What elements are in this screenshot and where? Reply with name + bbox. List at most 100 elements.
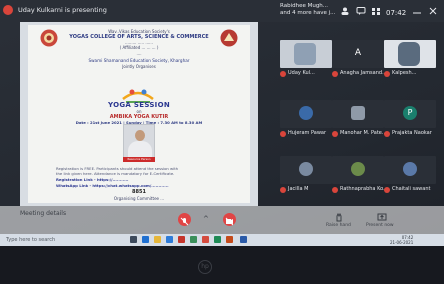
- laptop-bezel: hp: [0, 246, 444, 284]
- clock: 07:42: [386, 9, 407, 17]
- mic-off-icon: [384, 131, 390, 137]
- participant-tile[interactable]: Jacilla M: [280, 156, 332, 196]
- media-icon[interactable]: [226, 236, 233, 243]
- mic-off-icon: [280, 187, 286, 193]
- store-icon[interactable]: [166, 236, 173, 243]
- participant-video: [332, 156, 384, 184]
- close-icon[interactable]: [428, 7, 438, 15]
- raise-hand-icon[interactable]: [334, 212, 344, 222]
- participant-tile[interactable]: Manohar M. Pate...: [332, 100, 387, 140]
- meet-icon[interactable]: [214, 236, 221, 243]
- mic-off-icon: [332, 187, 338, 193]
- present-now-label: Present now: [366, 223, 394, 228]
- join-notification-line2: and 4 more have j...: [280, 10, 336, 16]
- poster-registration-link: Registration Link - https://...........: [56, 177, 129, 182]
- app-icon[interactable]: [190, 236, 197, 243]
- participant-name: Kalpesh...: [392, 70, 417, 76]
- screen: Uday Kulkarni is presenting Rabidhee Mug…: [0, 0, 444, 284]
- top-bar: Uday Kulkarni is presenting Rabidhee Mug…: [0, 0, 444, 22]
- activities-icon[interactable]: [371, 7, 381, 15]
- poster-title-word-1: YOGA: [108, 101, 132, 109]
- mic-off-icon: [332, 131, 338, 137]
- participant-grid: Uday Kul... A Anagha Jamsand... Kalpesh.…: [268, 26, 444, 206]
- participant-photo: [398, 42, 420, 66]
- participant-video: A: [332, 40, 384, 68]
- mic-off-icon: [180, 217, 189, 226]
- participant-tile[interactable]: Kalpesh...: [384, 40, 436, 80]
- tray-date: 21-06-2021: [390, 240, 414, 245]
- participant-avatar: [351, 162, 365, 176]
- presenting-icon: [3, 5, 13, 15]
- participant-photo: [294, 43, 316, 65]
- shared-screen: Wav..Vikas Education Society's YOGAS COL…: [20, 22, 258, 206]
- participant-name: Anagha Jamsand...: [340, 70, 387, 76]
- word-icon[interactable]: [240, 236, 247, 243]
- participant-tile[interactable]: Rathnaprabha Ko...: [332, 156, 388, 196]
- speaker-caption: Resource Person: [123, 157, 155, 162]
- poster-subline-2: ( Affiliated ... ... ... ): [119, 45, 159, 50]
- meeting-details-button[interactable]: Meeting details: [20, 210, 66, 217]
- office-icon[interactable]: [178, 236, 185, 243]
- chat-icon[interactable]: [356, 7, 366, 15]
- mic-off-icon: [384, 71, 390, 77]
- participant-name: Hujeram Pawar: [288, 130, 327, 136]
- participant-avatar: [299, 162, 313, 176]
- participant-name: Jacilla M: [288, 186, 309, 192]
- participant-video: [280, 40, 332, 68]
- participant-avatar: A: [354, 48, 362, 58]
- mic-off-icon: [332, 71, 338, 77]
- poster-footer: Organising Committee ...: [113, 196, 165, 201]
- speaker-photo: [123, 124, 155, 158]
- windows-taskbar: Type here to search 07:42 21-06-2021: [0, 234, 444, 246]
- task-view-icon[interactable]: [130, 236, 137, 243]
- raise-hand-label: Raise hand: [326, 223, 351, 228]
- poster-subline-5: Jointly Organises: [122, 64, 156, 69]
- present-now-icon[interactable]: [377, 212, 387, 222]
- participant-video: [280, 100, 332, 128]
- chrome-icon[interactable]: [202, 236, 209, 243]
- poster-subline-3: ....: [136, 51, 142, 56]
- poster-body-2: the link given here. Attendance is manda…: [56, 171, 175, 176]
- participant-tile[interactable]: Chaitali sawant: [384, 156, 436, 196]
- participant-video: [384, 40, 436, 68]
- camera-off-icon: [225, 217, 234, 226]
- poster-title-word-2: SESSION: [133, 101, 170, 109]
- participant-avatar: [299, 106, 313, 120]
- join-notification-line1: Rabidhee Mugh...: [280, 3, 329, 9]
- mic-off-icon: [280, 71, 286, 77]
- participant-tile[interactable]: A Anagha Jamsand...: [332, 40, 387, 80]
- participant-name: Chaitali sawant: [392, 186, 431, 192]
- system-tray-clock[interactable]: 07:42 21-06-2021: [390, 235, 413, 245]
- minimize-icon[interactable]: [412, 7, 422, 15]
- taskbar-search[interactable]: Type here to search: [6, 237, 55, 243]
- participant-video: [384, 156, 436, 184]
- mic-toggle-button[interactable]: [178, 213, 191, 226]
- mic-off-icon: [280, 131, 286, 137]
- participant-tile[interactable]: P Prajakta Naokar: [384, 100, 436, 140]
- edge-icon[interactable]: [142, 236, 149, 243]
- participant-tile[interactable]: Uday Kul...: [280, 40, 332, 80]
- mic-off-icon: [384, 187, 390, 193]
- hp-logo: hp: [198, 260, 212, 274]
- event-poster: Wav..Vikas Education Society's YOGAS COL…: [28, 25, 250, 203]
- participant-name: Prajakta Naokar: [392, 130, 432, 136]
- poster-title: YOGA SESSION: [28, 101, 250, 109]
- participant-name: Uday Kul...: [288, 70, 315, 76]
- participant-video: [280, 156, 332, 184]
- participant-name: Rathnaprabha Ko...: [340, 186, 388, 192]
- participant-video: [332, 100, 384, 128]
- participant-tile[interactable]: Hujeram Pawar: [280, 100, 332, 140]
- poster-code: 8851: [132, 189, 146, 195]
- more-options-chevron[interactable]: ^: [203, 215, 209, 223]
- join-notification[interactable]: Rabidhee Mugh... and 4 more have j...: [280, 3, 335, 17]
- participant-avatar: [403, 162, 417, 176]
- meeting-controls: Meeting details ^ Raise hand Present now: [0, 206, 444, 234]
- participant-name: Manohar M. Pate...: [340, 130, 387, 136]
- poster-whatsapp-link: WhatsApp Link - https://chat.whatsapp.co…: [56, 183, 169, 188]
- people-icon[interactable]: [340, 7, 350, 15]
- camera-toggle-button[interactable]: [223, 213, 236, 226]
- poster-subline-4: Swami Shamanand Education Society, Kharg…: [88, 58, 190, 63]
- presenter-label: Uday Kulkarni is presenting: [18, 6, 107, 14]
- participant-video: P: [384, 100, 436, 128]
- file-explorer-icon[interactable]: [154, 236, 161, 243]
